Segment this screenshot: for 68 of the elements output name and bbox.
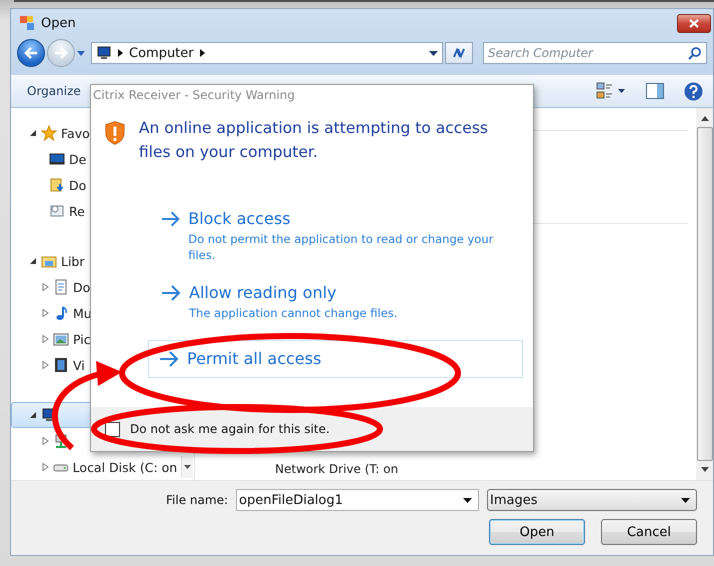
refresh-button[interactable]: [445, 42, 473, 64]
expand-arrow-icon[interactable]: [42, 361, 49, 369]
checkbox[interactable]: [105, 422, 120, 436]
arrow-icon: [159, 349, 179, 369]
address-bar[interactable]: Computer: [91, 42, 443, 64]
nav-item[interactable]: Pic: [73, 332, 91, 346]
close-icon: [689, 18, 699, 28]
expand-arrow-icon[interactable]: [42, 463, 49, 471]
star-icon: [41, 125, 57, 141]
folder-icon: [49, 177, 65, 193]
organize-menu[interactable]: Organize: [27, 84, 81, 98]
nav-item[interactable]: Do: [73, 280, 90, 294]
caret-icon[interactable]: [429, 50, 438, 56]
collapse-arrow-icon[interactable]: [30, 129, 37, 137]
preview-pane-icon[interactable]: [646, 83, 664, 99]
chevron-icon[interactable]: [200, 49, 205, 57]
arrow-icon: [161, 283, 181, 303]
file-type-dropdown[interactable]: Images: [487, 489, 697, 511]
caret-icon: [463, 498, 472, 502]
picture-icon: [53, 331, 69, 347]
warning-heading: An online application is attempting to access files on your computer.: [138, 118, 489, 163]
drive-item[interactable]: Network Drive (T: on: [275, 462, 688, 476]
search-field[interactable]: Search Computer: [483, 42, 707, 64]
close-button[interactable]: [677, 14, 711, 32]
nav-item[interactable]: De: [69, 152, 86, 166]
nav-item[interactable]: Local Disk (C: on: [72, 460, 178, 474]
back-arrow-icon: [24, 47, 38, 59]
expand-arrow-icon[interactable]: [42, 335, 49, 343]
expand-arrow-icon[interactable]: [42, 309, 49, 317]
scroll-up-arrow-icon[interactable]: [700, 116, 708, 121]
film-icon: [53, 357, 69, 373]
caret-icon: [681, 498, 690, 502]
expand-arrow-icon[interactable]: [42, 283, 49, 291]
history-caret-icon[interactable]: [77, 50, 85, 56]
document-icon: [53, 279, 69, 295]
scrollbar[interactable]: [696, 108, 713, 480]
window-title: Open: [41, 16, 77, 30]
access-option[interactable]: Permit all access: [148, 340, 523, 378]
file-name-label: File name:: [166, 493, 228, 507]
nav-item[interactable]: Vi: [73, 358, 85, 372]
checkbox-label[interactable]: Do not ask me again for this site.: [130, 422, 330, 436]
dropdown-button[interactable]: [181, 456, 193, 478]
collapse-arrow-icon[interactable]: [30, 411, 37, 419]
search-icon[interactable]: [688, 47, 701, 60]
dialog-title: Citrix Receiver - Security Warning: [92, 87, 296, 102]
clock-icon: [49, 203, 65, 219]
open-button[interactable]: Open: [489, 519, 585, 545]
network-icon: [53, 433, 69, 449]
scroll-down-arrow-icon[interactable]: [700, 467, 708, 472]
chevron-icon[interactable]: [118, 49, 123, 57]
nav-item[interactable]: Do: [69, 178, 86, 192]
forward-arrow-icon: [54, 47, 68, 59]
nav-item[interactable]: Favo: [61, 126, 90, 140]
computer-icon: [96, 45, 112, 61]
file-name-field[interactable]: openFileDialog1: [236, 489, 479, 511]
nav-item[interactable]: Re: [69, 204, 85, 218]
arrow-icon: [161, 209, 180, 229]
view-options-icon[interactable]: [596, 82, 626, 100]
back-button[interactable]: [17, 39, 45, 67]
breadcrumb[interactable]: Computer: [129, 46, 194, 60]
nav-item[interactable]: Libr: [61, 254, 85, 268]
help-icon[interactable]: [684, 82, 703, 100]
caret-icon: [184, 465, 192, 469]
cancel-button[interactable]: Cancel: [601, 519, 697, 545]
expand-arrow-icon[interactable]: [42, 437, 49, 445]
app-icon: [19, 15, 35, 31]
collapse-arrow-icon[interactable]: [30, 257, 37, 265]
desktop-icon: [49, 151, 65, 167]
